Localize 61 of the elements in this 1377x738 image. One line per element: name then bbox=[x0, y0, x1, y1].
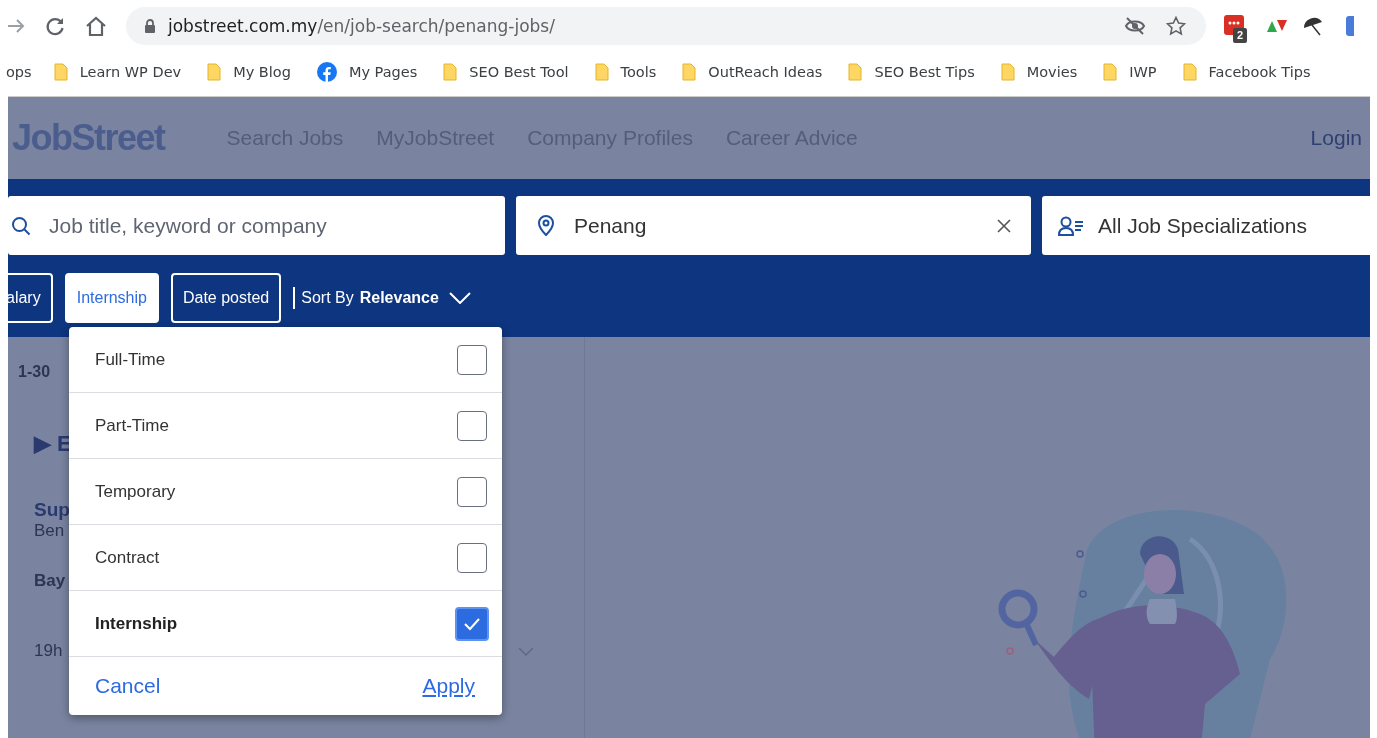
company-name: Ben bbox=[34, 521, 65, 541]
extension-badge: 2 bbox=[1233, 28, 1248, 43]
location-pin-icon bbox=[538, 215, 554, 236]
bookmark[interactable]: Tools bbox=[594, 63, 657, 81]
bookmark[interactable]: IWP bbox=[1103, 63, 1157, 81]
specialization-dropdown[interactable]: All Job Specializations bbox=[1042, 196, 1370, 255]
check-icon bbox=[463, 616, 481, 631]
umbrella-extension-icon[interactable] bbox=[1302, 16, 1324, 36]
sort-dropdown[interactable]: Sort By Relevance bbox=[301, 289, 471, 307]
chevron-down-icon bbox=[448, 292, 471, 304]
bookmark[interactable]: Facebook Tips bbox=[1182, 63, 1311, 81]
checkbox[interactable] bbox=[457, 476, 487, 507]
folder-icon bbox=[1103, 63, 1118, 81]
folder-icon bbox=[1000, 63, 1015, 81]
option-label: Contract bbox=[95, 547, 160, 568]
bookmark[interactable]: Movies bbox=[1000, 63, 1078, 81]
clear-icon[interactable] bbox=[997, 218, 1011, 233]
bookmark[interactable]: My Blog bbox=[207, 63, 291, 81]
bookmark[interactable]: OutReach Ideas bbox=[682, 63, 823, 81]
option-label: Temporary bbox=[95, 481, 176, 502]
checkbox[interactable] bbox=[457, 344, 487, 375]
facebook-icon bbox=[316, 62, 337, 82]
folder-icon bbox=[207, 63, 222, 81]
bookmark[interactable]: SEO Best Tips bbox=[848, 63, 975, 81]
lock-icon bbox=[144, 18, 156, 34]
option-label: Full-Time bbox=[95, 349, 166, 370]
keyword-search-field[interactable]: Job title, keyword or company bbox=[8, 196, 505, 255]
folder-icon bbox=[1182, 63, 1197, 81]
checkbox[interactable] bbox=[455, 606, 489, 641]
option-label: Internship bbox=[95, 613, 178, 634]
checkbox[interactable] bbox=[457, 542, 487, 573]
location-field[interactable]: Penang bbox=[516, 196, 1031, 255]
search-icon bbox=[11, 215, 31, 236]
job-location: Bay bbox=[34, 571, 66, 591]
bookmark[interactable]: Learn WP Dev bbox=[53, 63, 182, 81]
bookmark[interactable]: ops bbox=[6, 64, 32, 80]
location-input[interactable]: Penang bbox=[572, 212, 979, 239]
checkbox[interactable] bbox=[457, 410, 487, 441]
folder-icon bbox=[53, 63, 68, 81]
folder-icon bbox=[848, 63, 863, 81]
apply-link[interactable]: Apply bbox=[422, 674, 475, 698]
home-icon[interactable] bbox=[84, 15, 108, 37]
filter-button[interactable]: Internship bbox=[64, 273, 159, 323]
folder-icon bbox=[594, 63, 609, 81]
person-list-icon bbox=[1058, 215, 1084, 236]
reload-icon[interactable] bbox=[44, 15, 66, 37]
url-text: jobstreet.com.my/en/job-search/penang-jobs/ bbox=[168, 16, 555, 36]
star-icon[interactable] bbox=[1166, 16, 1186, 36]
filter-button[interactable]: Date posted bbox=[170, 273, 282, 323]
folder-icon bbox=[682, 63, 697, 81]
address-bar[interactable]: jobstreet.com.my/en/job-search/penang-jobs/ bbox=[126, 7, 1206, 45]
folder-icon bbox=[443, 63, 458, 81]
arrows-extension-icon[interactable] bbox=[1266, 19, 1288, 33]
posted-time: 19h bbox=[34, 641, 63, 661]
bookmark[interactable]: My Pages bbox=[316, 62, 418, 82]
cancel-link[interactable]: Cancel bbox=[95, 674, 161, 698]
option-label: Part-Time bbox=[95, 415, 169, 436]
result-count: 1-30 bbox=[18, 363, 51, 381]
bookmark[interactable]: SEO Best Tool bbox=[443, 63, 569, 81]
eye-off-icon[interactable] bbox=[1124, 17, 1146, 35]
keyword-input[interactable]: Job title, keyword or company bbox=[47, 212, 505, 239]
